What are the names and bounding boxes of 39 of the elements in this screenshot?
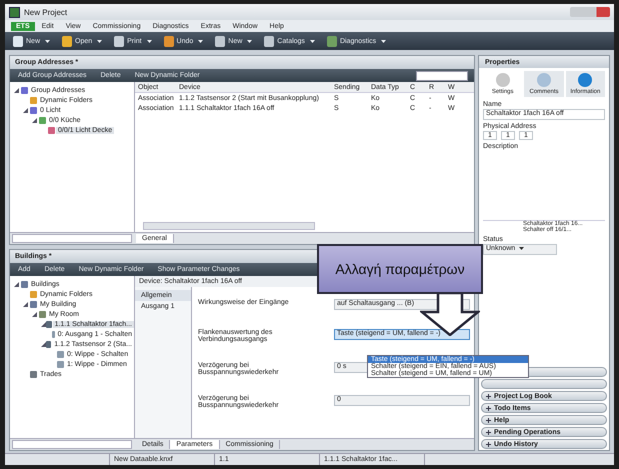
plus-icon [486, 442, 491, 446]
caret-icon [310, 40, 315, 42]
tree-node-icon [30, 370, 37, 378]
caret-icon [198, 40, 204, 42]
tree-node-icon [21, 280, 28, 288]
tree-node-icon [30, 300, 37, 308]
search-field[interactable] [416, 70, 468, 80]
tree-node-icon [57, 350, 64, 358]
search-field[interactable] [12, 440, 132, 449]
app-icon [9, 6, 20, 18]
plus-icon [486, 394, 491, 398]
tree-node-icon [46, 340, 52, 348]
plus-icon [486, 418, 491, 422]
expand-icon[interactable] [41, 342, 46, 346]
tree-node-icon [48, 126, 55, 134]
tree-node-icon [46, 320, 52, 328]
scroll-bar[interactable] [143, 222, 315, 230]
callout-tooltip: Αλλαγή παραμέτρων [317, 244, 483, 294]
tree-node-icon [21, 86, 28, 94]
tree-node-icon [39, 116, 46, 124]
plus-icon [486, 406, 491, 410]
window-title: New Project [24, 8, 68, 16]
tree-node-icon [30, 290, 37, 298]
expand-icon[interactable] [14, 88, 19, 92]
caret-icon [381, 40, 386, 42]
tree-node-icon [39, 310, 46, 318]
plus-icon [486, 430, 491, 434]
caret-icon [45, 40, 50, 42]
caret-icon [97, 40, 102, 42]
expand-icon[interactable] [14, 282, 19, 286]
tree-node-icon [30, 106, 37, 114]
window-controls-icon[interactable] [570, 7, 610, 17]
caret-icon [247, 40, 252, 42]
search-field[interactable] [12, 234, 132, 243]
tree-node-icon [30, 96, 37, 104]
caret-icon [146, 40, 152, 42]
tree-node-icon [57, 360, 64, 368]
tree-node-icon [52, 330, 55, 338]
caret-icon [519, 247, 524, 250]
